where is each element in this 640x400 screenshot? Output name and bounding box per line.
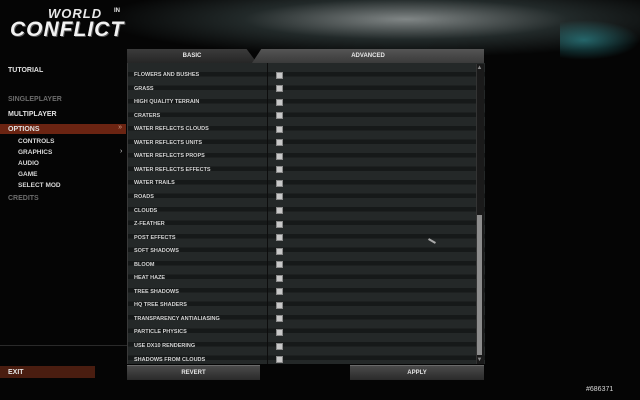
column-divider — [267, 63, 268, 364]
menu-graphics[interactable]: GRAPHICS — [18, 149, 52, 156]
menu-controls[interactable]: CONTROLS — [18, 138, 54, 145]
option-checkbox[interactable] — [276, 261, 283, 269]
option-checkbox[interactable] — [276, 288, 283, 296]
option-label: TREE SHADOWS — [134, 288, 179, 295]
menu-credits[interactable]: CREDITS — [8, 195, 39, 202]
option-label: TRANSPARENCY ANTIALIASING — [134, 315, 220, 322]
menu-game[interactable]: GAME — [18, 171, 38, 178]
option-label: WATER REFLECTS EFFECTS — [134, 166, 211, 173]
option-label: ROADS — [134, 193, 154, 200]
menu-audio[interactable]: AUDIO — [18, 160, 39, 167]
option-checkbox[interactable] — [276, 234, 283, 242]
exit-button[interactable]: EXIT — [8, 369, 24, 376]
option-label: FLOWERS AND BUSHES — [134, 72, 200, 78]
option-label: USE DX10 RENDERING — [134, 343, 196, 349]
menu-singleplayer[interactable]: SINGLEPLAYER — [8, 96, 62, 103]
option-checkbox[interactable] — [276, 98, 283, 106]
option-label: WATER TRAILS — [134, 180, 175, 187]
option-checkbox[interactable] — [276, 328, 283, 336]
logo-conflict: CONFLICT — [10, 18, 125, 41]
option-checkbox[interactable] — [276, 85, 283, 93]
option-checkbox[interactable] — [276, 139, 283, 147]
option-label: WATER REFLECTS PROPS — [134, 153, 205, 160]
option-label: BLOOM — [134, 261, 155, 268]
scrollbar-thumb[interactable] — [477, 215, 482, 355]
option-label: POST EFFECTS — [134, 234, 176, 241]
option-checkbox[interactable] — [276, 152, 283, 160]
option-checkbox[interactable] — [276, 112, 283, 120]
expand-arrow-icon: » — [118, 124, 122, 131]
option-label: WATER REFLECTS CLOUDS — [134, 126, 209, 133]
menu-tutorial[interactable]: TUTORIAL — [8, 67, 43, 74]
option-checkbox[interactable] — [276, 356, 283, 364]
option-checkbox[interactable] — [276, 207, 283, 214]
scroll-up-icon[interactable]: ▲ — [476, 64, 483, 72]
option-checkbox[interactable] — [276, 274, 283, 282]
menu-select-mod[interactable]: SELECT MOD — [18, 182, 61, 189]
option-checkbox[interactable] — [276, 342, 283, 350]
option-label: CRATERS — [134, 112, 161, 119]
tab-basic[interactable]: BASIC — [127, 49, 257, 63]
option-label: SOFT SHADOWS — [134, 248, 179, 255]
option-label: SHADOWS FROM CLOUDS — [134, 356, 206, 363]
revert-button[interactable]: REVERT — [127, 365, 260, 380]
option-label: HEAT HAZE — [134, 275, 166, 282]
tab-bar: BASIC ADVANCED — [127, 49, 484, 63]
menu-options[interactable]: OPTIONS — [8, 126, 40, 133]
option-checkbox[interactable] — [276, 247, 283, 255]
option-checkbox[interactable] — [276, 71, 283, 79]
logo-in: IN — [114, 8, 120, 14]
watermark: #686371 — [586, 386, 614, 393]
scroll-down-icon[interactable]: ▼ — [476, 356, 483, 364]
option-checkbox[interactable] — [276, 193, 283, 201]
apply-button[interactable]: APPLY — [350, 365, 484, 380]
option-checkbox[interactable] — [276, 220, 283, 228]
chevron-right-icon: › — [120, 148, 123, 155]
option-label: HQ TREE SHADERS — [134, 302, 187, 309]
option-label: PARTICLE PHYSICS — [134, 329, 187, 336]
background-glow-cyan — [560, 20, 640, 60]
option-checkbox[interactable] — [276, 179, 283, 187]
option-label: HIGH QUALITY TERRAIN — [134, 99, 200, 106]
option-checkbox[interactable] — [276, 301, 283, 309]
option-label: GRASS — [134, 85, 154, 92]
menu-divider — [0, 345, 128, 360]
option-checkbox[interactable] — [276, 315, 283, 323]
option-checkbox[interactable] — [276, 125, 283, 133]
option-label: Z-FEATHER — [134, 221, 165, 228]
option-label: CLOUDS — [134, 207, 158, 214]
option-checkbox[interactable] — [276, 166, 283, 174]
tab-advanced[interactable]: ADVANCED — [252, 49, 484, 63]
game-logo: WORLD IN CONFLICT — [10, 6, 140, 42]
menu-multiplayer[interactable]: MULTIPLAYER — [8, 111, 57, 118]
option-label: WATER REFLECTS UNITS — [134, 139, 203, 146]
